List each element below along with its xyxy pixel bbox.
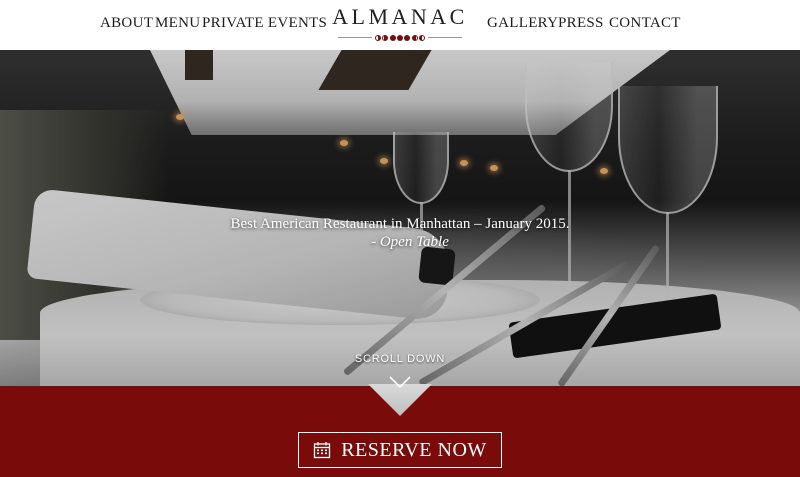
nav-menu[interactable]: MENU xyxy=(155,15,200,32)
nav-gallery[interactable]: GALLERY xyxy=(487,15,558,32)
logo-rule-right xyxy=(428,37,462,38)
logo[interactable]: ALMANAC xyxy=(330,4,470,46)
scroll-down-label[interactable]: SCROLL DOWN xyxy=(330,353,470,365)
reserve-now-button[interactable]: RESERVE NOW xyxy=(298,432,502,468)
chevron-down-icon[interactable] xyxy=(388,375,412,389)
top-nav: ABOUT MENU PRIVATE EVENTS ALMANAC GALLER… xyxy=(0,0,800,50)
logo-rule-left xyxy=(338,37,372,38)
moon-phases-icon xyxy=(375,34,425,42)
hero-quote-source: - Open Table xyxy=(371,234,449,250)
nav-about[interactable]: ABOUT xyxy=(100,15,153,32)
nav-private-events[interactable]: PRIVATE EVENTS xyxy=(202,15,327,32)
reserve-now-label: RESERVE NOW xyxy=(341,438,487,461)
nav-press[interactable]: PRESS xyxy=(558,15,604,32)
hero-image: Best American Restaurant in Manhattan – … xyxy=(0,50,800,386)
nav-contact[interactable]: CONTACT xyxy=(609,15,681,32)
hero-quote: Best American Restaurant in Manhattan – … xyxy=(230,216,570,232)
calendar-icon xyxy=(314,442,331,459)
logo-text: ALMANAC xyxy=(332,4,468,29)
